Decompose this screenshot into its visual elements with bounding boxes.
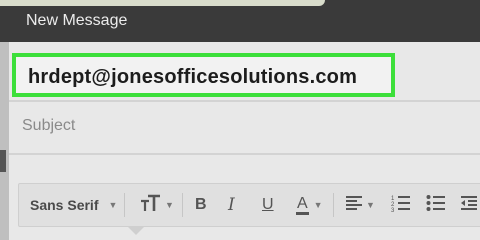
bulleted-list-icon	[426, 194, 446, 217]
italic-icon: I	[228, 195, 235, 215]
svg-text:3: 3	[391, 208, 395, 212]
text-size-icon	[140, 194, 162, 217]
italic-button[interactable]: I	[228, 184, 235, 226]
underline-button[interactable]: U	[262, 184, 274, 226]
chevron-down-icon: ▼	[165, 200, 174, 210]
subject-field[interactable]: Subject	[22, 117, 75, 135]
text-color-button[interactable]: A ▼	[296, 184, 323, 226]
title-bar: New Message	[0, 0, 480, 42]
font-family-label: Sans Serif	[30, 197, 99, 213]
title-tab	[0, 0, 325, 6]
toolbar-pointer	[128, 227, 144, 235]
align-icon	[345, 195, 363, 216]
chevron-down-icon: ▼	[313, 200, 323, 210]
numbered-list-icon: 1 2 3	[391, 194, 411, 217]
toolbar-separator	[124, 193, 125, 217]
recipient-value: hrdept@jonesofficesolutions.com	[28, 66, 358, 88]
bold-icon: B	[195, 196, 207, 213]
toolbar-separator	[182, 193, 183, 217]
toolbar-separator	[333, 193, 334, 217]
indent-less-button[interactable]	[460, 184, 478, 226]
text-size-button[interactable]: ▼	[140, 184, 174, 226]
font-family-select[interactable]: Sans Serif ▼	[30, 184, 117, 226]
text-color-icon: A	[296, 195, 309, 215]
window-title: New Message	[26, 12, 128, 29]
recipient-field[interactable]: hrdept@jonesofficesolutions.com	[12, 53, 395, 97]
left-edge	[0, 42, 9, 240]
underline-icon: U	[262, 196, 274, 213]
numbered-list-button[interactable]: 1 2 3	[391, 184, 411, 226]
bold-button[interactable]: B	[195, 184, 207, 226]
divider	[9, 100, 480, 102]
formatting-toolbar: Sans Serif ▼ ▼ B I U A ▼ ▼ 1 2 3	[18, 183, 480, 227]
bulleted-list-button[interactable]	[426, 184, 446, 226]
indent-less-icon	[460, 195, 478, 216]
divider	[9, 153, 480, 155]
scroll-marker	[0, 150, 6, 172]
chevron-down-icon: ▼	[366, 200, 375, 210]
chevron-down-icon: ▼	[108, 200, 118, 210]
align-button[interactable]: ▼	[345, 184, 375, 226]
